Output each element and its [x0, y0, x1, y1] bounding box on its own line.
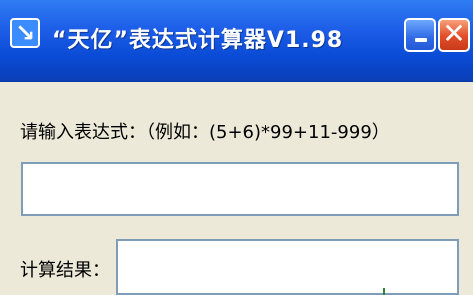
minimize-icon — [415, 38, 427, 42]
title-bar[interactable]: ↘ “天亿”表达式计算器V1.98 ✕ — [0, 0, 473, 82]
close-button[interactable]: ✕ — [438, 18, 470, 52]
result-label: 计算结果： — [20, 260, 110, 281]
window-title: “天亿”表达式计算器V1.98 — [52, 28, 344, 53]
calculator-window: ↘ “天亿”表达式计算器V1.98 ✕ 请输入表达式：（例如：(5+6)*99+… — [0, 0, 473, 295]
arrow-down-right-icon[interactable]: ↘ — [10, 18, 40, 48]
expression-input[interactable] — [21, 162, 459, 216]
minimize-button[interactable] — [404, 18, 436, 52]
main-panel: 请输入表达式：（例如：(5+6)*99+11-999） 计算结果： — [0, 82, 473, 295]
close-icon: ✕ — [442, 17, 466, 50]
expression-prompt-label: 请输入表达式：（例如：(5+6)*99+11-999） — [20, 122, 390, 143]
result-field[interactable] — [116, 239, 459, 295]
